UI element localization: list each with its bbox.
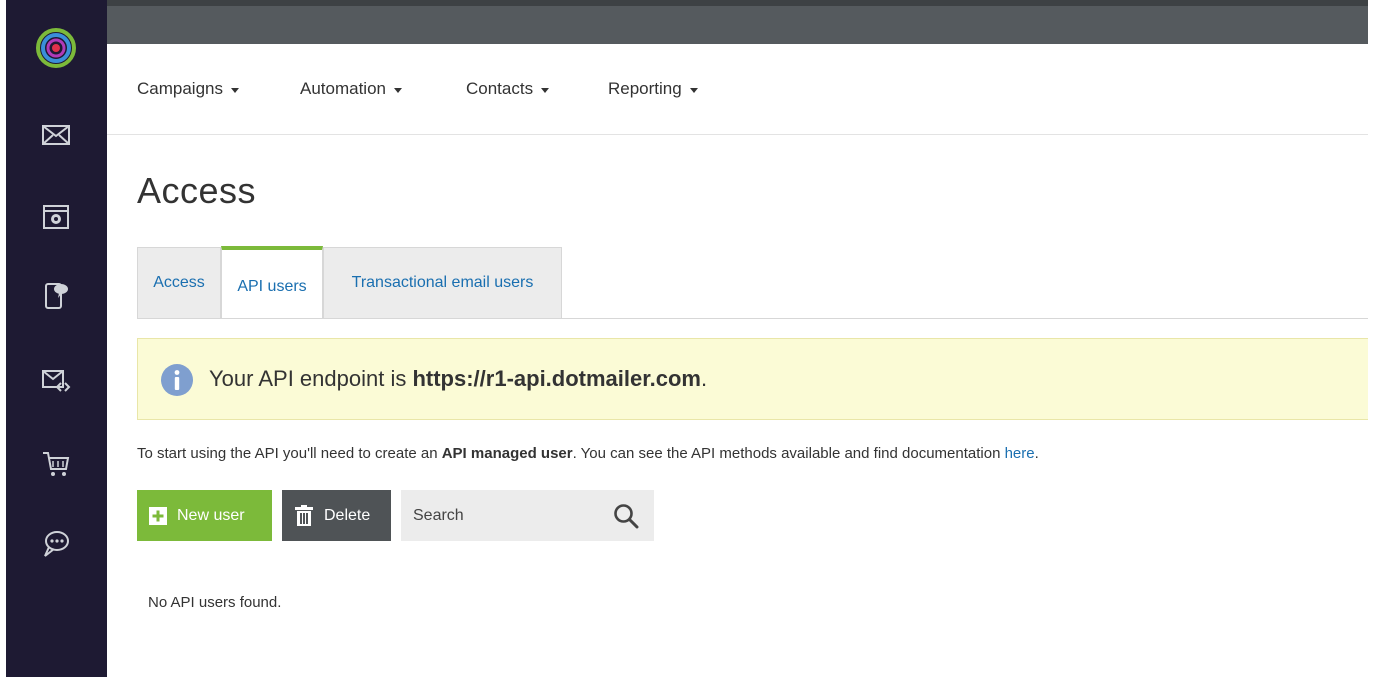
tab-transactional-email-users[interactable]: Transactional email users	[323, 247, 562, 318]
nav-label: Contacts	[466, 79, 534, 98]
endpoint-prefix: Your API endpoint is	[209, 366, 413, 391]
caret-down-icon	[541, 87, 550, 93]
nav-campaigns[interactable]: Campaigns	[137, 79, 239, 99]
sidebar	[6, 0, 107, 677]
page-title: Access	[137, 170, 257, 211]
endpoint-suffix: .	[700, 366, 708, 391]
caret-down-icon	[689, 87, 698, 93]
window-edge-right	[1368, 0, 1375, 677]
email-code-icon[interactable]	[39, 364, 73, 398]
new-user-button[interactable]: New user	[137, 490, 272, 541]
top-bar	[107, 0, 1368, 44]
info-text-2: . You can see the API methods available …	[572, 445, 1005, 462]
trash-icon	[295, 504, 313, 526]
nav-label: Campaigns	[137, 79, 223, 98]
endpoint-alert: Your API endpoint is https://r1-api.dotm…	[137, 338, 1368, 420]
tabs-divider	[137, 318, 1368, 319]
browser-page-icon[interactable]	[39, 200, 73, 234]
delete-label: Delete	[324, 506, 371, 524]
delete-button[interactable]: Delete	[282, 490, 391, 541]
search-icon[interactable]	[613, 503, 639, 529]
info-text-3: .	[1034, 445, 1039, 462]
info-text-1: To start using the API you'll need to cr…	[137, 445, 442, 462]
main-nav: Campaigns Automation Contacts Reporting	[107, 44, 1368, 135]
chat-bubble-icon[interactable]	[39, 527, 73, 561]
new-user-label: New user	[177, 506, 245, 524]
search-input[interactable]	[401, 490, 601, 541]
shopping-cart-icon[interactable]	[39, 447, 73, 481]
documentation-link[interactable]: here	[1005, 445, 1035, 462]
caret-down-icon	[394, 87, 402, 93]
nav-label: Reporting	[608, 79, 682, 98]
mobile-message-icon[interactable]	[39, 278, 73, 312]
envelope-icon[interactable]	[39, 118, 73, 152]
tab-api-users[interactable]: API users	[221, 246, 323, 319]
nav-reporting[interactable]: Reporting	[608, 79, 698, 99]
nav-automation[interactable]: Automation	[300, 79, 402, 99]
plus-icon	[149, 506, 167, 525]
logo-icon[interactable]	[36, 28, 76, 68]
endpoint-url: https://r1-api.dotmailer.com	[412, 366, 701, 391]
info-icon	[161, 364, 193, 396]
tab-access[interactable]: Access	[137, 247, 221, 318]
info-bold: API managed user	[441, 445, 573, 462]
endpoint-message: Your API endpoint is https://r1-api.dotm…	[209, 366, 707, 392]
nav-label: Automation	[300, 79, 386, 98]
api-info-text: To start using the API you'll need to cr…	[137, 445, 1039, 462]
caret-down-icon	[231, 87, 239, 93]
search-box	[401, 490, 654, 541]
empty-state-message: No API users found.	[148, 594, 282, 611]
nav-contacts[interactable]: Contacts	[466, 79, 550, 99]
